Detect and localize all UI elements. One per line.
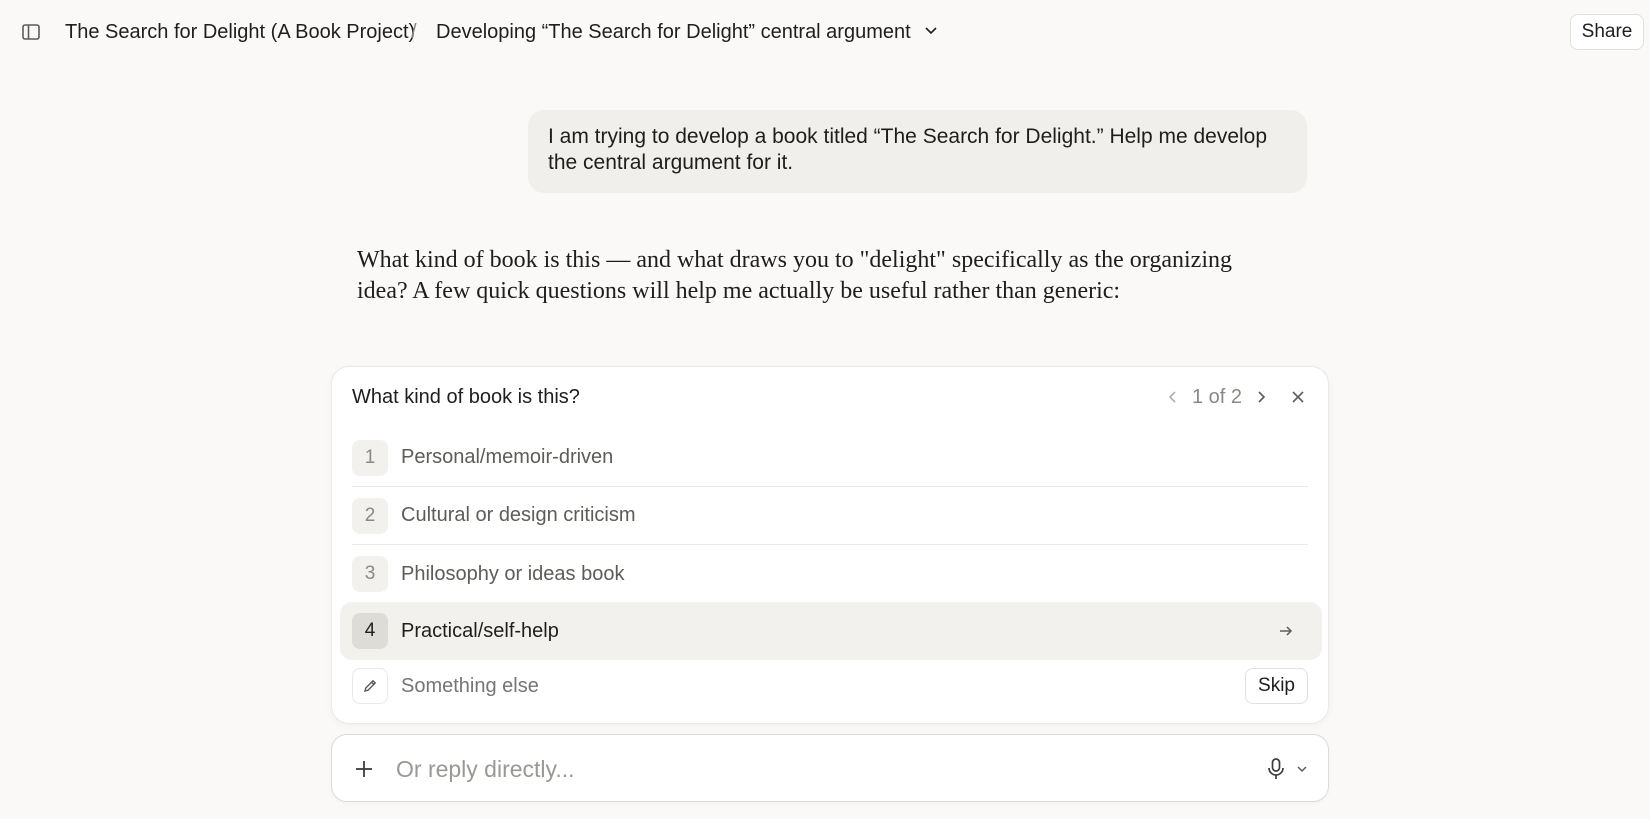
reply-input[interactable] [396, 753, 1176, 785]
option-number: 1 [352, 439, 388, 476]
pager-text: 1 of 2 [1192, 385, 1243, 408]
sidebar-toggle-icon[interactable] [18, 19, 44, 45]
breadcrumb-chat-title[interactable]: Developing “The Search for Delight” cent… [436, 19, 939, 45]
question-pager: 1 of 2 [1160, 384, 1274, 410]
option-number: 4 [352, 613, 388, 649]
option-label: Practical/self-help [401, 619, 559, 642]
plus-icon[interactable] [350, 755, 378, 783]
option-number: 2 [352, 497, 388, 534]
question-card: What kind of book is this? 1 of 2 1 Pers… [331, 366, 1329, 724]
option-3[interactable]: 3 Philosophy or ideas book [352, 545, 1308, 603]
something-else-input[interactable] [401, 674, 1101, 698]
microphone-icon[interactable] [1262, 755, 1290, 783]
something-else-row: Skip [352, 668, 1308, 704]
assistant-message: What kind of book is this — and what dra… [357, 247, 1232, 304]
option-label: Personal/memoir-driven [401, 446, 614, 468]
question-title: What kind of book is this? [352, 386, 580, 408]
breadcrumb-separator: / [411, 21, 417, 43]
chat-title: Developing “The Search for Delight” cent… [436, 21, 911, 43]
skip-button[interactable]: Skip [1245, 668, 1308, 704]
option-number: 3 [352, 556, 388, 592]
option-label: Cultural or design criticism [401, 504, 636, 526]
close-icon[interactable] [1285, 384, 1311, 410]
chevron-right-icon[interactable] [1248, 384, 1274, 410]
chevron-down-icon [923, 19, 939, 45]
arrow-right-icon [1274, 619, 1298, 643]
option-1[interactable]: 1 Personal/memoir-driven [352, 429, 1308, 487]
top-bar: The Search for Delight (A Book Project) … [0, 0, 1650, 64]
chevron-down-icon[interactable] [1292, 759, 1312, 779]
pencil-icon[interactable] [352, 668, 388, 704]
option-2[interactable]: 2 Cultural or design criticism [352, 487, 1308, 545]
chevron-left-icon[interactable] [1160, 384, 1186, 410]
user-message: I am trying to develop a book titled “Th… [528, 110, 1307, 193]
breadcrumb-project[interactable]: The Search for Delight (A Book Project) [65, 19, 415, 45]
share-button[interactable]: Share [1570, 14, 1644, 50]
composer [331, 734, 1329, 802]
option-4-selected[interactable]: 4 Practical/self-help [340, 602, 1322, 660]
option-label: Philosophy or ideas book [401, 562, 625, 585]
